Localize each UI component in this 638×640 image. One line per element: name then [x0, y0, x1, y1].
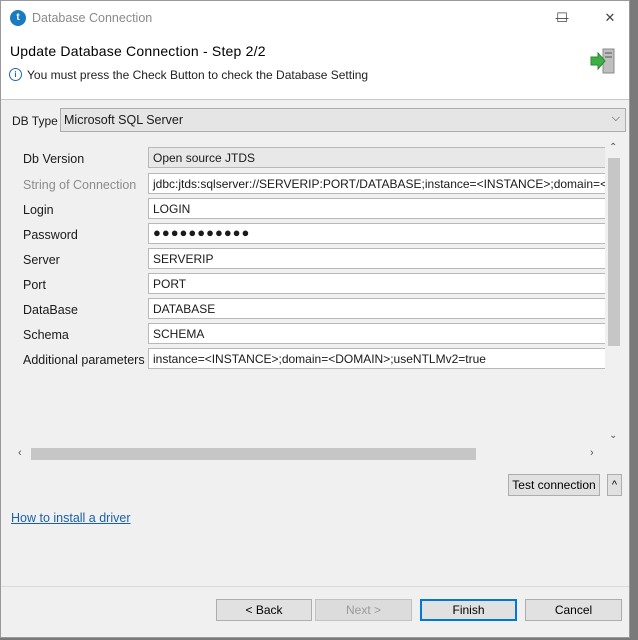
- connection-form: Db Version Open source JTDS String of Co…: [3, 140, 623, 445]
- schema-field[interactable]: SCHEMA: [148, 323, 608, 344]
- horizontal-scrollbar[interactable]: ‹ ›: [14, 445, 605, 463]
- back-button[interactable]: < Back: [216, 599, 312, 621]
- wizard-header: Update Database Connection - Step 2/2 i …: [1, 35, 629, 100]
- scroll-up-icon[interactable]: ⌃: [609, 142, 617, 153]
- cancel-button[interactable]: Cancel: [525, 599, 622, 621]
- install-driver-link[interactable]: How to install a driver: [11, 511, 131, 525]
- talend-app-icon: t: [10, 10, 26, 26]
- close-button[interactable]: ✕: [595, 7, 625, 29]
- finish-button[interactable]: Finish: [420, 599, 517, 621]
- db-type-value: Microsoft SQL Server: [64, 113, 184, 127]
- test-connection-button[interactable]: Test connection: [508, 474, 600, 496]
- next-button[interactable]: Next >: [315, 599, 412, 621]
- collapse-button[interactable]: ^: [607, 474, 622, 496]
- vertical-scroll-thumb[interactable]: [608, 158, 620, 346]
- title-bar: t Database Connection — ☐ ✕: [1, 1, 629, 35]
- info-message: You must press the Check Button to check…: [27, 68, 369, 82]
- scroll-down-icon[interactable]: ⌄: [609, 430, 617, 441]
- connection-string-field[interactable]: jdbc:jtds:sqlserver://SERVERIP:PORT/DATA…: [148, 173, 608, 194]
- password-field[interactable]: ●●●●●●●●●●●: [148, 223, 608, 244]
- db-type-label: DB Type: [12, 114, 58, 128]
- server-field[interactable]: SERVERIP: [148, 248, 608, 269]
- db-type-select[interactable]: Microsoft SQL Server ⌵: [60, 108, 626, 132]
- database-connection-icon: [590, 48, 615, 74]
- database-field[interactable]: DATABASE: [148, 298, 608, 319]
- scroll-right-icon[interactable]: ›: [590, 447, 594, 459]
- additional-parameters-label: Additional parameters: [23, 353, 145, 367]
- port-field[interactable]: PORT: [148, 273, 608, 294]
- schema-label: Schema: [23, 328, 69, 342]
- window-title: Database Connection: [32, 11, 153, 25]
- port-label: Port: [23, 278, 46, 292]
- horizontal-scroll-thumb[interactable]: [31, 448, 476, 460]
- info-icon: i: [9, 68, 22, 81]
- maximize-button[interactable]: ☐: [547, 7, 577, 29]
- connection-string-label: String of Connection: [23, 178, 137, 192]
- login-label: Login: [23, 203, 54, 217]
- password-label: Password: [23, 228, 78, 242]
- footer-divider: [1, 586, 629, 587]
- db-version-field[interactable]: Open source JTDS: [148, 147, 608, 168]
- scroll-left-icon[interactable]: ‹: [18, 447, 22, 459]
- additional-parameters-field[interactable]: instance=<INSTANCE>;domain=<DOMAIN>;useN…: [148, 348, 608, 369]
- page-title: Update Database Connection - Step 2/2: [10, 43, 266, 59]
- vertical-scrollbar[interactable]: ⌃ ⌄: [605, 142, 623, 444]
- chevron-down-icon: ⌵: [611, 112, 620, 124]
- login-field[interactable]: LOGIN: [148, 198, 608, 219]
- database-connection-dialog: t Database Connection — ☐ ✕ Update Datab…: [0, 0, 630, 638]
- server-label: Server: [23, 253, 60, 267]
- db-version-label: Db Version: [23, 152, 85, 166]
- database-label: DataBase: [23, 303, 78, 317]
